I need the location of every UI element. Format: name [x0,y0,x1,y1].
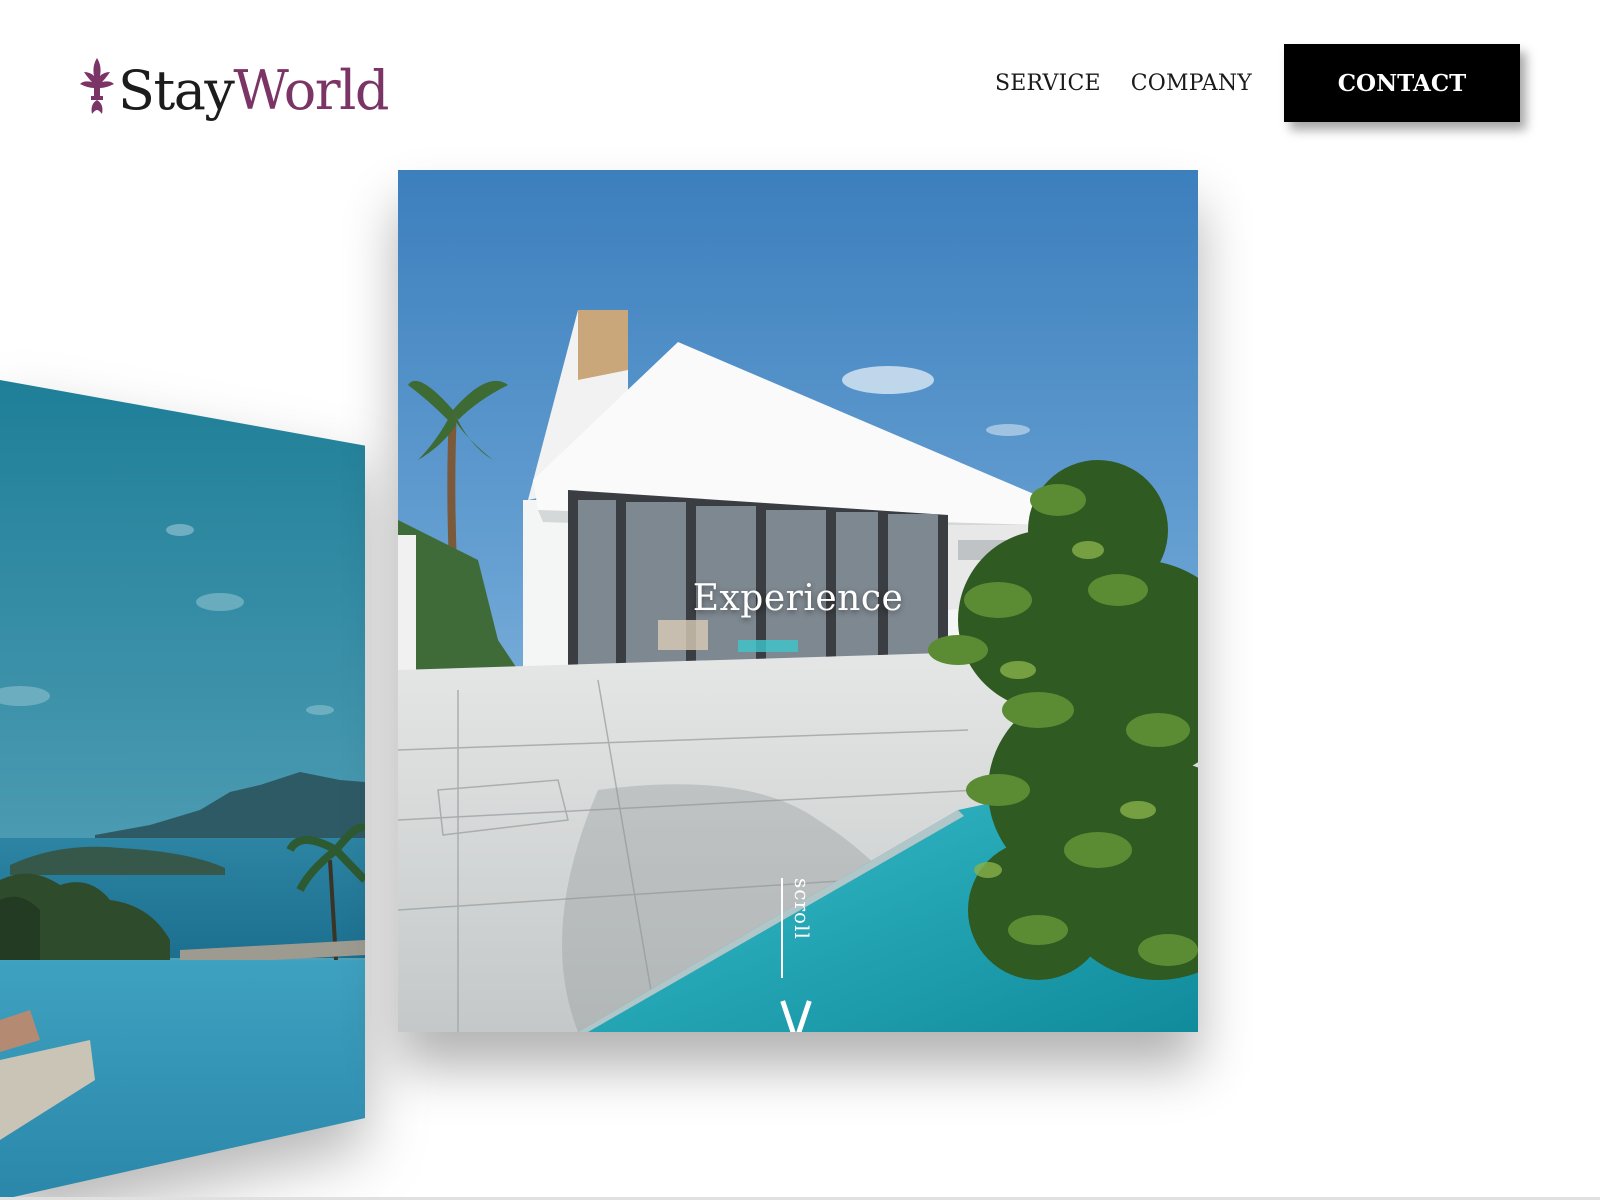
nav-service[interactable]: SERVICE [995,71,1101,96]
brand-name-stay: Stay [118,59,235,122]
slide-left-shadow [0,190,365,1200]
slide-center[interactable]: Experience scroll [398,170,1198,1032]
carousel: Experience scroll [0,0,1600,1200]
nav-company[interactable]: COMPANY [1131,71,1252,96]
brand-name: StayWorld [118,64,389,118]
fleur-icon [80,58,114,114]
ocean-pool-image [0,380,365,1200]
scroll-line [781,878,783,978]
scroll-label: scroll [790,878,814,940]
slide-left[interactable] [0,380,365,1200]
main-nav: SERVICE COMPANY CONTACT [995,44,1520,122]
slide-right-shadow [1231,190,1600,1010]
arrow-down-icon [780,1000,812,1032]
slide-title: Experience [692,578,904,619]
brand-name-world: World [233,59,389,122]
logo[interactable]: StayWorld [78,48,389,118]
scroll-indicator[interactable]: scroll [778,878,818,1032]
page: Experience scroll StayWorld SERVICE COMP… [0,0,1600,1200]
contact-button[interactable]: CONTACT [1284,44,1520,122]
